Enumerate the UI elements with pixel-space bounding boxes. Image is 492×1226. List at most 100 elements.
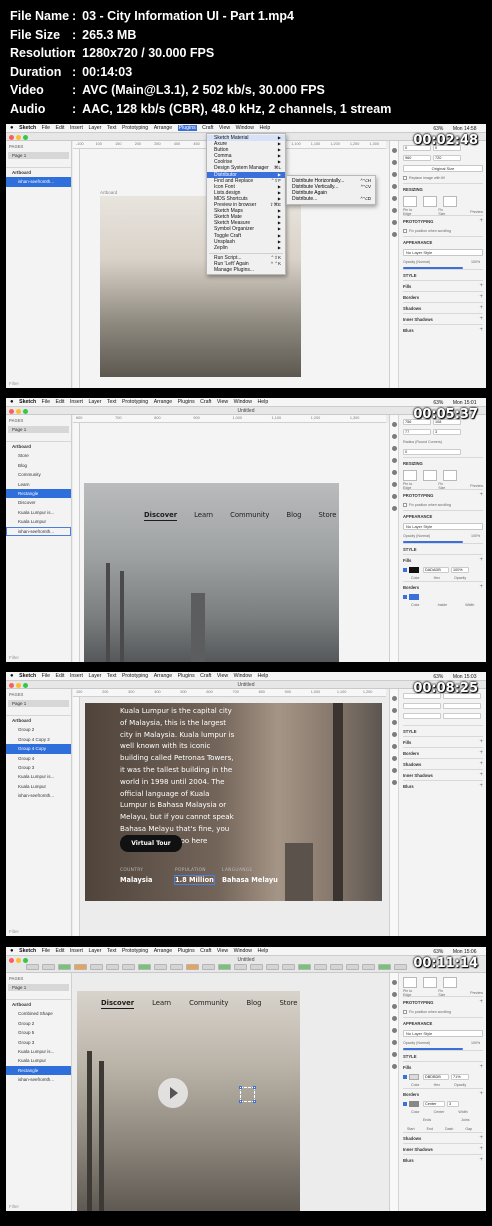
menu-window[interactable]: Window xyxy=(236,125,254,131)
tool-icon[interactable] xyxy=(391,1040,397,1045)
layer-item[interactable]: Discover xyxy=(6,498,71,507)
inspector-section-fills[interactable]: Fills + xyxy=(403,280,483,291)
toolbar-button[interactable] xyxy=(106,964,119,970)
toolbar-button[interactable] xyxy=(26,964,39,970)
layer-filter[interactable]: Filter xyxy=(9,1204,19,1209)
menu-prototyping[interactable]: Prototyping xyxy=(122,125,148,131)
nav-link-store[interactable]: Store xyxy=(279,999,297,1009)
add-icon[interactable]: + xyxy=(479,316,483,322)
page-item[interactable]: Page 1 xyxy=(8,426,69,433)
menu-window[interactable]: Window xyxy=(234,399,252,405)
layer-item[interactable]: Kuala Lumpur xyxy=(6,1056,71,1065)
inspector-section-blurs[interactable]: Blurs + xyxy=(403,780,483,791)
artboard[interactable]: Discover Learn Community Blog Store xyxy=(84,483,339,662)
inspector-section-borders[interactable]: Borders + xyxy=(403,291,483,302)
layer-item[interactable]: Group 4 Copy xyxy=(6,744,71,754)
tool-icon[interactable] xyxy=(391,470,397,475)
tool-icon[interactable] xyxy=(391,1016,397,1021)
inspector-section-prototyping[interactable]: PROTOTYPING + xyxy=(403,489,483,500)
tool-icon[interactable] xyxy=(391,1004,397,1009)
menu-layer[interactable]: Layer xyxy=(88,948,101,954)
border-position-field[interactable]: Center xyxy=(423,1101,445,1107)
layer-item[interactable]: Group 2 xyxy=(6,725,71,734)
menu-view[interactable]: View xyxy=(217,948,228,954)
toolbar-button[interactable] xyxy=(250,964,263,970)
replace-image-checkbox[interactable] xyxy=(403,176,407,180)
toolbar-button[interactable] xyxy=(218,964,231,970)
fill-hex-field[interactable]: DBDBDB xyxy=(423,1074,449,1080)
tool-icon[interactable] xyxy=(391,160,397,165)
layer-item[interactable]: Kuala Lumpur is... xyxy=(6,508,71,517)
nav-link-store[interactable]: Store xyxy=(318,511,336,521)
tool-icon[interactable] xyxy=(391,482,397,487)
layer-item[interactable]: Kuala Lumpur is... xyxy=(6,1047,71,1056)
border-swatch[interactable] xyxy=(409,1101,419,1107)
resize-option[interactable] xyxy=(403,976,417,988)
inspector-section-prototyping[interactable]: PROTOTYPING + xyxy=(403,215,483,226)
layer-style-dropdown[interactable]: No Layer Style xyxy=(403,248,483,256)
tool-icon[interactable] xyxy=(391,1064,397,1069)
resize-option[interactable] xyxy=(403,195,417,207)
tool-icon[interactable] xyxy=(391,172,397,177)
artboard-label[interactable]: Artboard xyxy=(100,190,117,195)
inspector-section-inner[interactable]: Inner Shadows + xyxy=(403,1143,483,1154)
resize-option[interactable] xyxy=(443,195,457,207)
menu-text[interactable]: Text xyxy=(107,948,117,954)
toolbar-button[interactable] xyxy=(298,964,311,970)
fix-position-checkbox[interactable] xyxy=(403,1010,407,1014)
inspector-field[interactable] xyxy=(403,703,441,709)
tool-icon[interactable] xyxy=(391,232,397,237)
tool-icon[interactable] xyxy=(391,458,397,463)
fill-checkbox[interactable] xyxy=(403,1075,407,1079)
menu-craft[interactable]: Craft xyxy=(200,399,211,405)
menu-edit[interactable]: Edit xyxy=(56,673,65,679)
menu-arrange[interactable]: Arrange xyxy=(154,125,172,131)
menu-insert[interactable]: Insert xyxy=(70,399,83,405)
add-icon[interactable]: + xyxy=(479,327,483,333)
canvas[interactable]: Discover Learn Community Blog Store xyxy=(73,973,389,1211)
nav-link-community[interactable]: Community xyxy=(189,999,228,1009)
add-icon[interactable]: + xyxy=(479,305,483,311)
plugin-menu-item[interactable]: Zeplin ▶ xyxy=(207,245,285,251)
nav-link-discover[interactable]: Discover xyxy=(144,511,178,521)
fill-checkbox[interactable] xyxy=(403,568,407,572)
menu-text[interactable]: Text xyxy=(107,125,117,131)
inspector-section-appearance[interactable]: APPEARANCE xyxy=(403,1017,483,1028)
layer-item[interactable]: Rectangle xyxy=(6,488,71,499)
layer-item[interactable]: Artboard xyxy=(6,442,71,451)
nav-link-community[interactable]: Community xyxy=(230,511,269,521)
menu-arrange[interactable]: Arrange xyxy=(154,399,172,405)
menu-file[interactable]: File xyxy=(42,948,50,954)
add-icon[interactable]: + xyxy=(479,739,483,745)
layer-item[interactable]: Group 5 xyxy=(6,1028,71,1037)
toolbar-button[interactable] xyxy=(138,964,151,970)
layer-item[interactable]: Store xyxy=(6,451,71,460)
tool-icon[interactable] xyxy=(391,446,397,451)
menu-plugins[interactable]: Plugins xyxy=(178,399,195,405)
page-item[interactable]: Page 1 xyxy=(8,700,69,707)
fill-hex-field[interactable]: DADADB xyxy=(423,567,449,573)
layer-item[interactable]: Artboard xyxy=(6,168,71,177)
tool-icon[interactable] xyxy=(391,148,397,153)
menu-prototyping[interactable]: Prototyping xyxy=(122,948,148,954)
toolbar-button[interactable] xyxy=(234,964,247,970)
fill-opacity-field[interactable]: 71% xyxy=(451,1074,469,1080)
toolbar-button[interactable] xyxy=(90,964,103,970)
inspector-field[interactable] xyxy=(403,713,441,719)
layer-item[interactable]: Group 3 xyxy=(6,763,71,772)
toolbar-button[interactable] xyxy=(170,964,183,970)
play-icon[interactable] xyxy=(158,1078,188,1108)
add-icon[interactable]: + xyxy=(479,1157,483,1163)
inspector-section-blurs[interactable]: Blurs + xyxy=(403,1154,483,1165)
menu-help[interactable]: Help xyxy=(260,125,271,131)
tool-icon[interactable] xyxy=(391,708,397,713)
toolbar-button[interactable] xyxy=(346,964,359,970)
inspector-section-style[interactable]: STYLE xyxy=(403,269,483,280)
toolbar-button[interactable] xyxy=(314,964,327,970)
add-icon[interactable]: + xyxy=(479,283,483,289)
inspector-section-appearance[interactable]: APPEARANCE xyxy=(403,510,483,521)
layer-item[interactable]: Rectangle xyxy=(6,1065,71,1076)
resize-option[interactable] xyxy=(423,976,437,988)
menu-layer[interactable]: Layer xyxy=(88,673,101,679)
artboard[interactable]: Discover Learn Community Blog Store xyxy=(77,991,300,1211)
